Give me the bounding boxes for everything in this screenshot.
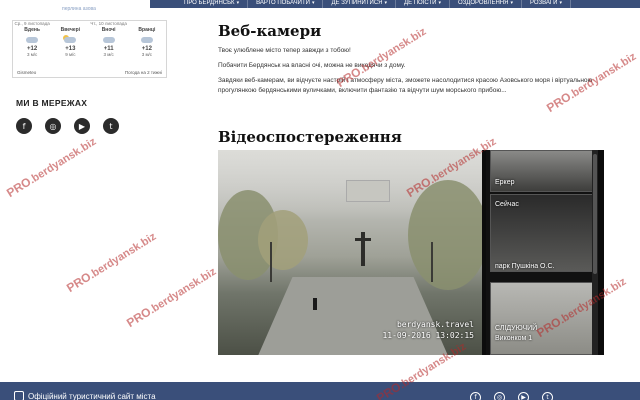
nav-item-about[interactable]: ПРО БЕРДЯНСЬК ▾ <box>176 0 249 8</box>
youtube-icon[interactable]: ▶ <box>518 392 529 400</box>
nav-item-stay[interactable]: ДЕ ЗУПИНИТИСЯ ▾ <box>323 0 396 8</box>
camera-thumb[interactable]: Еркер <box>490 150 594 192</box>
nav-label: ДЕ ЗУПИНИТИСЯ <box>331 0 383 6</box>
forecast-link[interactable]: Погода на 2 тижні <box>125 70 162 75</box>
cloud-icon <box>25 35 39 45</box>
partly-cloudy-icon <box>63 35 77 45</box>
facebook-icon[interactable]: f <box>16 118 32 134</box>
footer-text: Офіційний туристичний сайт міста <box>28 392 156 400</box>
instagram-icon[interactable]: ◎ <box>494 392 505 400</box>
instagram-icon[interactable]: ◎ <box>45 118 61 134</box>
nav-label: РОЗВАГИ <box>529 0 558 6</box>
scroll-thumb[interactable] <box>593 154 597 274</box>
nav-label: ОЗДОРОВЛЕННЯ <box>458 0 509 6</box>
twitter-icon[interactable]: t <box>103 118 119 134</box>
walkway <box>254 276 452 355</box>
nav-item-health[interactable]: ОЗДОРОВЛЕННЯ ▾ <box>450 0 522 8</box>
lamp-post <box>431 242 433 282</box>
pedestrian <box>313 298 317 310</box>
video-section-title: Відеоспостереження <box>218 128 402 146</box>
page-title: Веб-камери <box>218 22 322 40</box>
weather-period: Ввечері <box>60 27 81 33</box>
intro-text: Побачити Бердянськ на власні очі, можна … <box>218 62 406 69</box>
weather-day: Вранці +12 3 м/с <box>128 21 166 57</box>
twitter-icon[interactable]: t <box>542 392 553 400</box>
weather-wind: 3 м/с <box>141 52 153 57</box>
nav-label: ВАРТО ПОБАЧИТИ <box>256 0 310 6</box>
nav-item-eat[interactable]: ДЕ ПОЇСТИ ▾ <box>396 0 451 8</box>
weather-wind: 9 м/с <box>65 52 76 57</box>
intro-text: Завдяки веб-камерам, ви відчуєте настрій… <box>218 77 593 94</box>
weather-wind: 3 м/с <box>103 52 114 57</box>
intro-text: Твоє улюблене місто тепер завжди з тобою… <box>218 47 351 54</box>
watermark: PRO.berdyansk.biz <box>4 135 99 201</box>
camera-main-view[interactable]: berdyansk.travel 11-09-2016 13:02:15 <box>218 150 482 355</box>
nav-label: ПРО БЕРДЯНСЬК <box>184 0 235 6</box>
gismeteo-link[interactable]: Gismeteo <box>17 70 36 75</box>
chevron-down-icon: ▾ <box>311 0 315 6</box>
nav-label: ДЕ ПОЇСТИ <box>404 0 437 6</box>
chevron-down-icon: ▾ <box>384 0 387 6</box>
overlay-timestamp: 11-09-2016 13:02:15 <box>382 331 474 340</box>
building <box>346 180 390 202</box>
camera-thumb-label: Виконком 1 <box>495 335 533 342</box>
weather-period: Вночі <box>101 27 116 33</box>
tree <box>408 180 482 290</box>
weather-period: Вранці <box>138 27 156 33</box>
weather-day: Чт., 10 листопада Вночі +11 3 м/с <box>90 21 128 57</box>
camera-thumb-label: парк Пушкіна О.С. <box>495 263 555 270</box>
overlay-site: berdyansk.travel <box>396 320 474 329</box>
camera-thumb-label: Сейчас <box>495 201 519 208</box>
camera-thumb[interactable]: СЛІДУЮЧИЙ Виконком 1 <box>490 282 594 355</box>
youtube-icon[interactable]: ▶ <box>74 118 90 134</box>
logo-subtitle: перлина азова <box>62 6 96 12</box>
watermark: PRO.berdyansk.biz <box>124 265 219 331</box>
camera-thumb-label: СЛІДУЮЧИЙ <box>495 325 538 332</box>
weather-wind: 3 м/с <box>26 52 38 57</box>
lamp-post <box>270 242 272 282</box>
camera-overlay: berdyansk.travel 11-09-2016 13:02:15 <box>382 319 474 341</box>
watermark: PRO.berdyansk.biz <box>64 230 159 296</box>
logo-mark-icon <box>14 391 24 400</box>
chevron-down-icon: ▾ <box>510 0 513 6</box>
main-nav: ПРО БЕРДЯНСЬК ▾ ВАРТО ПОБАЧИТИ ▾ ДЕ ЗУПИНИ… <box>176 0 572 8</box>
nav-item-fun[interactable]: РОЗВАГИ ▾ <box>522 0 572 8</box>
footer-title: Офіційний туристичний сайт міста <box>14 391 156 400</box>
social-links: f ◎ ▶ t <box>16 118 119 134</box>
weather-day: Ввечері +13 9 м/с <box>51 21 89 57</box>
cloud-icon <box>102 35 116 45</box>
facebook-icon[interactable]: f <box>470 392 481 400</box>
cloud-icon <box>140 35 154 45</box>
footer: Офіційний туристичний сайт міста f ◎ ▶ t <box>0 382 640 400</box>
logo[interactable]: перлина азова <box>0 0 150 18</box>
chevron-down-icon: ▾ <box>438 0 442 6</box>
video-player[interactable]: berdyansk.travel 11-09-2016 13:02:15 Ерк… <box>218 150 604 355</box>
weather-day: Ср., 9 листопада Вдень +12 3 м/с <box>13 21 51 57</box>
chevron-down-icon: ▾ <box>559 0 563 6</box>
footer-social: f ◎ ▶ t <box>470 392 553 400</box>
camera-list-scrollbar[interactable] <box>592 150 598 355</box>
chevron-down-icon: ▾ <box>236 0 240 6</box>
social-title: МИ В МЕРЕЖАХ <box>16 98 88 108</box>
weather-period: Вдень <box>24 27 40 33</box>
camera-thumb-label: Еркер <box>495 179 515 186</box>
main-content: Веб-камери Твоє улюблене місто тепер зав… <box>218 22 608 95</box>
camera-list: Еркер Сейчас парк Пушкіна О.С. СЛІДУЮЧИЙ… <box>486 150 598 355</box>
camera-thumb[interactable]: Сейчас парк Пушкіна О.С. <box>490 194 594 272</box>
weather-widget: Ср., 9 листопада Вдень +12 3 м/с Ввечері… <box>12 20 167 78</box>
nav-item-sights[interactable]: ВАРТО ПОБАЧИТИ ▾ <box>248 0 324 8</box>
tree <box>258 210 308 270</box>
